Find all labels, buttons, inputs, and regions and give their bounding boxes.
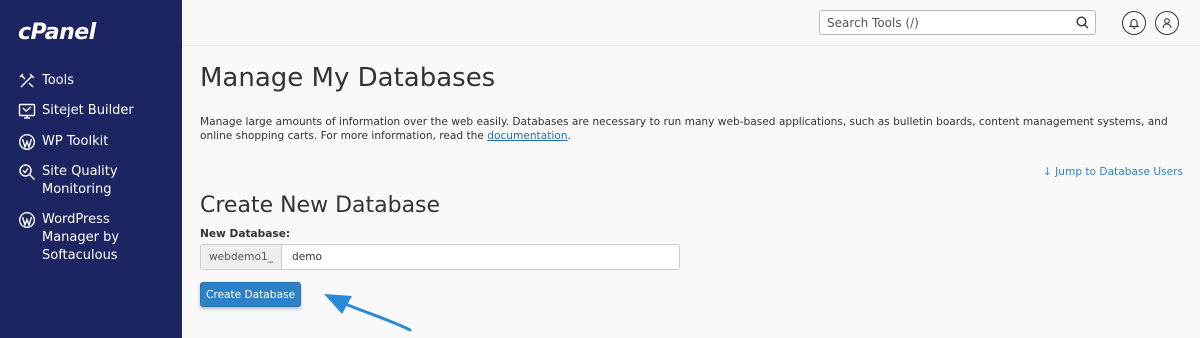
sidebar-item-site-quality-monitoring[interactable]: Site Quality Monitoring bbox=[18, 163, 118, 199]
sidebar-item-sitejet-builder[interactable]: Sitejet Builder bbox=[18, 102, 134, 120]
sidebar-item-tools[interactable]: Tools bbox=[18, 72, 74, 90]
annotation-arrow-icon bbox=[324, 294, 412, 332]
wordpress-icon bbox=[18, 133, 36, 151]
sidebar-item-wordpress-manager[interactable]: WordPress Manager by Softaculous bbox=[18, 211, 119, 265]
cpanel-logo[interactable]: cPanel bbox=[18, 20, 96, 45]
new-database-field: webdemo1_ bbox=[200, 244, 680, 270]
sidebar: cPanel Tools Sitejet Builder WP Toolkit bbox=[0, 0, 182, 338]
description-text: Manage large amounts of information over… bbox=[200, 116, 1168, 142]
site-quality-icon bbox=[18, 163, 36, 181]
bell-icon bbox=[1128, 19, 1140, 29]
description-end: . bbox=[567, 130, 571, 142]
search-icon[interactable] bbox=[1076, 16, 1089, 29]
create-database-heading: Create New Database bbox=[200, 193, 441, 218]
tools-icon bbox=[18, 72, 36, 90]
sidebar-item-wp-toolkit[interactable]: WP Toolkit bbox=[18, 133, 108, 151]
documentation-link[interactable]: documentation bbox=[487, 130, 567, 142]
wordpress-icon bbox=[18, 211, 36, 229]
sidebar-item-label: WordPress Manager by Softaculous bbox=[42, 212, 120, 263]
new-database-label: New Database: bbox=[200, 228, 291, 240]
sidebar-item-label: WP Toolkit bbox=[42, 134, 109, 149]
page-title: Manage My Databases bbox=[200, 63, 496, 93]
sidebar-item-label: Tools bbox=[42, 73, 75, 88]
new-database-input[interactable] bbox=[282, 245, 679, 269]
database-prefix: webdemo1_ bbox=[201, 245, 282, 269]
sidebar-item-label: Site Quality Monitoring bbox=[42, 164, 118, 197]
user-menu-button[interactable] bbox=[1155, 11, 1179, 35]
notifications-button[interactable] bbox=[1122, 11, 1146, 35]
create-database-button[interactable]: Create Database bbox=[200, 282, 301, 307]
jump-to-database-users-link[interactable]: ↓ Jump to Database Users bbox=[1043, 166, 1183, 178]
arrow-down-icon: ↓ bbox=[1042, 166, 1052, 178]
top-bar bbox=[182, 0, 1200, 46]
page-description: Manage large amounts of information over… bbox=[200, 115, 1185, 143]
jump-link-label: Jump to Database Users bbox=[1055, 166, 1183, 178]
sitejet-icon bbox=[18, 102, 36, 120]
search-input[interactable] bbox=[820, 11, 1070, 34]
sidebar-item-label: Sitejet Builder bbox=[42, 103, 134, 118]
user-icon bbox=[1162, 18, 1172, 29]
search-box bbox=[819, 10, 1096, 35]
